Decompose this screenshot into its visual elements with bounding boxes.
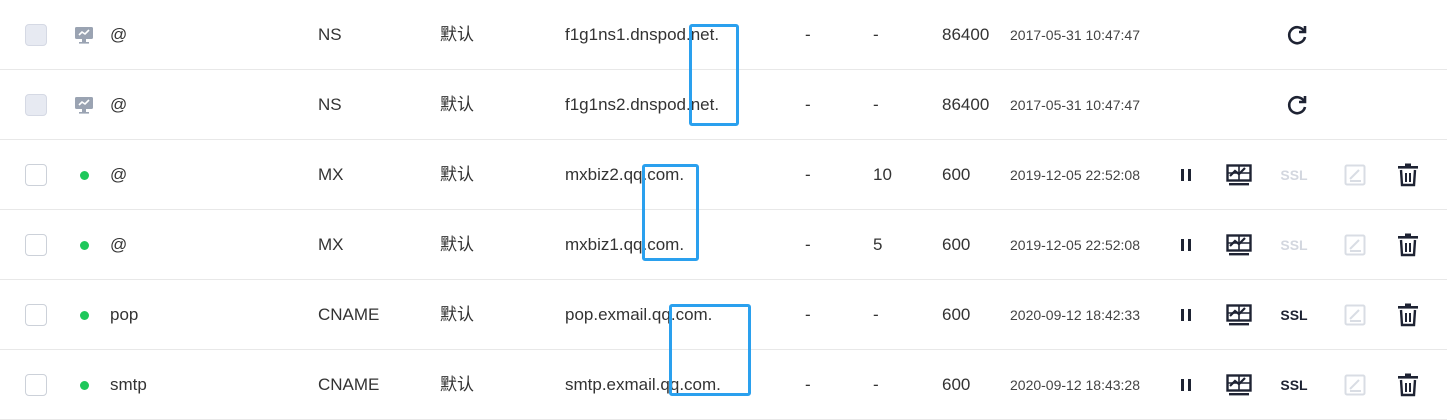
mx-priority: 5 (873, 235, 883, 254)
row-checkbox[interactable] (25, 164, 47, 186)
ssl-button: SSL (1280, 167, 1308, 183)
ssl-button: SSL (1280, 237, 1308, 253)
status-dot-icon (80, 311, 89, 320)
record-type: MX (318, 235, 344, 254)
edit-note-icon (1343, 280, 1367, 350)
line-type: 默认 (440, 375, 474, 394)
mx-priority: - (873, 375, 879, 394)
row-checkbox (25, 94, 47, 116)
weight-value: - (805, 305, 811, 324)
pause-icon[interactable] (1175, 210, 1197, 280)
trash-icon[interactable] (1395, 280, 1421, 350)
ttl-value: 600 (942, 165, 971, 184)
table-row: @ MX 默认 mxbiz1.qq.com. -5 600 2019-12-05 22:52… (0, 210, 1447, 280)
monitor-icon (74, 26, 94, 44)
edit-note-icon (1343, 210, 1367, 280)
refresh-icon[interactable] (1284, 70, 1310, 140)
highlight-box-cname (669, 304, 751, 396)
status-dot-icon (80, 381, 89, 390)
record-type: MX (318, 165, 344, 184)
trash-icon[interactable] (1395, 210, 1421, 280)
updated-time: 2019-12-05 22:52:08 (1010, 237, 1140, 253)
weight-value: - (805, 235, 811, 254)
row-checkbox (25, 24, 47, 46)
host-record: @ (110, 165, 128, 184)
record-type: CNAME (318, 305, 380, 324)
highlight-box-ns (689, 24, 739, 126)
weight-value: - (805, 375, 811, 394)
monitor-action-icon[interactable] (1225, 210, 1253, 280)
trash-icon[interactable] (1395, 140, 1421, 210)
pause-icon[interactable] (1175, 350, 1197, 420)
line-type: 默认 (440, 25, 474, 44)
line-type: 默认 (440, 235, 474, 254)
weight-value: - (805, 95, 811, 114)
line-type: 默认 (440, 95, 474, 114)
trash-icon[interactable] (1395, 350, 1421, 420)
host-record: smtp (110, 375, 147, 394)
ttl-value: 600 (942, 305, 971, 324)
ttl-value: 86400 (942, 25, 990, 44)
ssl-button[interactable]: SSL (1276, 280, 1312, 350)
ssl-button[interactable]: SSL (1276, 350, 1312, 420)
table-row: @ MX 默认 mxbiz2.qq.com. -10 600 2019-12-05 22:5… (0, 140, 1447, 210)
status-dot-icon (80, 171, 89, 180)
edit-note-icon (1343, 140, 1367, 210)
weight-value: - (805, 25, 811, 44)
host-record: pop (110, 305, 139, 324)
record-type: CNAME (318, 375, 380, 394)
record-type: NS (318, 25, 342, 44)
ttl-value: 86400 (942, 95, 990, 114)
updated-time: 2020-09-12 18:42:33 (1010, 307, 1140, 323)
status-dot-icon (80, 241, 89, 250)
host-record: @ (110, 95, 128, 114)
mx-priority: - (873, 95, 879, 114)
mx-priority: 10 (873, 165, 892, 184)
mx-priority: - (873, 25, 879, 44)
updated-time: 2019-12-05 22:52:08 (1010, 167, 1140, 183)
row-checkbox[interactable] (25, 304, 47, 326)
updated-time: 2017-05-31 10:47:47 (1010, 97, 1140, 113)
row-checkbox[interactable] (25, 374, 47, 396)
highlight-box-mx (642, 164, 699, 261)
monitor-action-icon[interactable] (1225, 280, 1253, 350)
edit-note-icon (1343, 350, 1367, 420)
record-type: NS (318, 95, 342, 114)
line-type: 默认 (440, 305, 474, 324)
pause-icon[interactable] (1175, 140, 1197, 210)
weight-value: - (805, 165, 811, 184)
ttl-value: 600 (942, 375, 971, 394)
ttl-value: 600 (942, 235, 971, 254)
monitor-action-icon[interactable] (1225, 350, 1253, 420)
monitor-icon (74, 96, 94, 114)
host-record: @ (110, 235, 128, 254)
monitor-action-icon[interactable] (1225, 140, 1253, 210)
pause-icon[interactable] (1175, 280, 1197, 350)
updated-time: 2020-09-12 18:43:28 (1010, 377, 1140, 393)
line-type: 默认 (440, 165, 474, 184)
mx-priority: - (873, 305, 879, 324)
host-record: @ (110, 25, 128, 44)
updated-time: 2017-05-31 10:47:47 (1010, 27, 1140, 43)
refresh-icon[interactable] (1284, 0, 1310, 70)
row-checkbox[interactable] (25, 234, 47, 256)
